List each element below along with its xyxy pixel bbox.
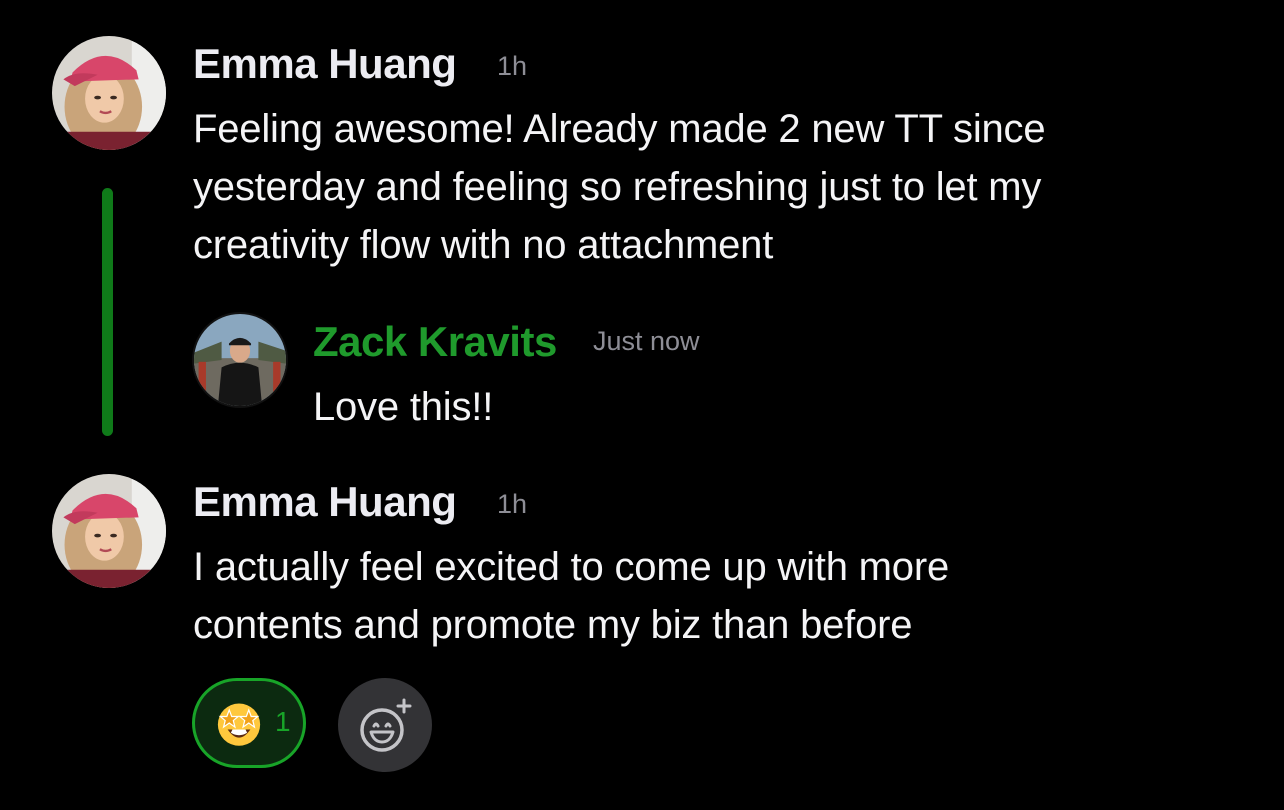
message-line: creativity flow with no attachment [193,223,774,267]
avatar-emma-huang[interactable] [52,474,166,588]
message-line: contents and promote my biz than before [193,603,913,647]
author-name[interactable]: Emma Huang [193,43,457,85]
message-line: yesterday and feeling so refreshing just… [193,165,1042,209]
thread-line[interactable] [102,188,113,436]
avatar-image [194,314,286,406]
timestamp: 1h [497,51,528,81]
reaction-star-struck-button[interactable]: 1 [192,678,306,768]
reaction-count: 1 [275,706,291,737]
avatar-emma-huang[interactable] [52,36,166,150]
timestamp: Just now [593,326,700,356]
message-line: I actually feel excited to come up with … [193,545,950,589]
avatar-zack-kravits[interactable] [194,314,286,406]
avatar-image [52,36,166,150]
timestamp: 1h [497,489,528,519]
add-reaction-icon [360,698,412,752]
add-reaction-button[interactable] [338,678,432,772]
author-name[interactable]: Emma Huang [193,481,457,523]
star-struck-emoji-icon [217,703,261,746]
message-text: I actually feel excited to come up with … [193,538,1253,654]
avatar-image [52,474,166,588]
message-line: Feeling awesome! Already made 2 new TT s… [193,107,1046,151]
message-text: Love this!! [313,385,494,429]
message-text: Feeling awesome! Already made 2 new TT s… [193,100,1253,274]
author-name[interactable]: Zack Kravits [313,321,557,363]
